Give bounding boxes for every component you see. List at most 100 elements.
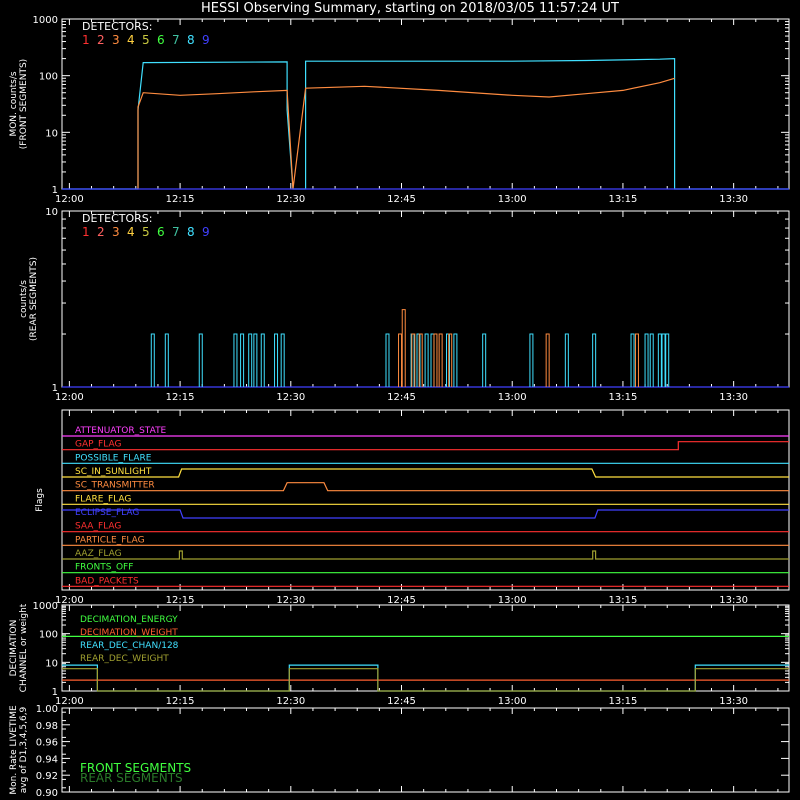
flag-label: POSSIBLE_FLARE <box>75 453 152 463</box>
detector-legend-2: 2 <box>97 33 105 47</box>
rear-count-spike <box>634 333 639 387</box>
detector-legend-6: 6 <box>157 33 165 47</box>
x-tick-label: 13:00 <box>498 194 527 205</box>
front-detectors-legend-title: DETECTORS: <box>82 20 152 33</box>
detector-legend-4: 4 <box>127 33 135 47</box>
y-tick-label: 0.96 <box>36 738 58 749</box>
decimation-legend-entry: REAR_DEC_CHAN/128 <box>80 641 179 651</box>
flag-label: FLARE_FLAG <box>75 494 131 504</box>
flag-label: ATTENUATOR_STATE <box>75 426 167 436</box>
rear-count-spike <box>592 333 597 387</box>
x-tick-label: 12:45 <box>387 194 416 205</box>
x-tick-label: 12:00 <box>55 595 84 606</box>
detector-legend-3: 3 <box>112 225 120 239</box>
x-tick-label: 12:30 <box>276 194 305 205</box>
flag-trace <box>62 509 789 519</box>
flag-label: BAD_PACKETS <box>75 576 139 586</box>
rear-count-spike <box>649 333 654 387</box>
livetime-ylabel-line2: avg of D1,3,4,5,6,9 <box>19 706 29 793</box>
rear-count-spike <box>644 333 649 387</box>
observing-summary-figure: HESSI Observing Summary, starting on 201… <box>0 0 800 800</box>
x-tick-label: 12:00 <box>55 194 84 205</box>
detector-legend-6: 6 <box>157 225 165 239</box>
detector-legend-7: 7 <box>172 225 180 239</box>
x-tick-label: 12:30 <box>276 595 305 606</box>
flags-ylabel: Flags <box>35 488 45 512</box>
rear-count-spike <box>482 333 487 387</box>
x-tick-label: 12:00 <box>55 392 84 403</box>
rear-count-spike <box>398 333 403 387</box>
detector-legend-9: 9 <box>202 225 210 239</box>
flag-trace <box>62 441 789 451</box>
y-tick-label: 10 <box>45 207 58 218</box>
flag-label: AAZ_FLAG <box>75 549 122 559</box>
y-tick-label: 1 <box>52 383 58 394</box>
y-tick-label: 10 <box>45 128 58 139</box>
rear-count-spike <box>411 333 416 387</box>
x-tick-label: 12:00 <box>55 696 84 707</box>
rear-ylabel-line1: counts/s <box>19 280 29 318</box>
rear-count-spike <box>260 333 265 387</box>
y-tick-label: 1 <box>52 185 58 196</box>
livetime-ylabel-line1: Mon. Rate LIVETIME <box>9 705 19 795</box>
x-tick-label: 12:15 <box>166 595 195 606</box>
rear-count-spike <box>253 333 258 387</box>
rear-count-spike <box>240 333 245 387</box>
x-tick-label: 13:15 <box>609 392 638 403</box>
x-tick-label: 12:45 <box>387 696 416 707</box>
rear-count-spike <box>545 333 550 387</box>
rear-count-spike <box>665 333 670 387</box>
front-series-detector-3 <box>137 77 675 190</box>
panel-flags-frame <box>61 409 790 591</box>
y-tick-label: 100 <box>39 630 58 641</box>
rear-count-spike <box>630 333 635 387</box>
y-tick-label: 0.94 <box>36 754 58 765</box>
front-detectors-legend: 123456789 <box>82 33 210 47</box>
x-tick-label: 13:15 <box>609 194 638 205</box>
x-tick-label: 12:15 <box>166 392 195 403</box>
rear-count-spike <box>233 333 238 387</box>
y-tick-label: 0.98 <box>36 721 58 732</box>
front-series-detector-8 <box>62 57 789 190</box>
x-tick-label: 13:15 <box>609 696 638 707</box>
rear-count-spike <box>448 333 453 387</box>
decim-ylabel-line2: CHANNEL or weight <box>19 603 29 692</box>
detector-legend-5: 5 <box>142 225 150 239</box>
livetime-legend-entry: REAR SEGMENTS <box>80 771 183 785</box>
y-tick-label: 1 <box>52 687 58 698</box>
x-tick-label: 13:00 <box>498 696 527 707</box>
decimation-legend-entry: DECIMATION_ENERGY <box>80 615 178 625</box>
x-tick-label: 13:00 <box>498 595 527 606</box>
y-tick-label: 1000 <box>33 601 58 612</box>
rear-count-spike <box>424 333 429 387</box>
rear-count-spike <box>280 333 285 387</box>
rear-count-spike <box>385 333 390 387</box>
y-tick-label: 1000 <box>33 15 58 26</box>
flag-label: SC_TRANSMITTER <box>75 481 155 491</box>
x-tick-label: 12:15 <box>166 696 195 707</box>
detector-legend-8: 8 <box>187 33 195 47</box>
detector-legend-2: 2 <box>97 225 105 239</box>
rear-detectors-legend: 123456789 <box>82 225 210 239</box>
rear-count-spike <box>529 333 534 387</box>
rear-count-spike <box>564 333 569 387</box>
dynamic-chart-layer: 12:00 12:15 12:30 12:45 13:00 13:15 13:30 12:00… <box>33 15 789 799</box>
detector-legend-1: 1 <box>82 225 90 239</box>
rear-count-spike <box>438 333 443 387</box>
x-tick-label: 12:45 <box>387 595 416 606</box>
detector-legend-1: 1 <box>82 33 90 47</box>
x-tick-label: 13:30 <box>719 595 748 606</box>
flag-trace <box>62 482 789 492</box>
flag-trace <box>62 468 789 478</box>
rear-count-spike <box>274 333 279 387</box>
rear-count-spike <box>453 333 458 387</box>
rear-count-spike <box>198 333 203 387</box>
detector-legend-8: 8 <box>187 225 195 239</box>
summary-plot: HESSI Observing Summary, starting on 201… <box>9 1 790 799</box>
flag-label: SC_IN_SUNLIGHT <box>75 467 152 477</box>
flag-label: SAA_FLAG <box>75 522 121 532</box>
figure-title: HESSI Observing Summary, starting on 201… <box>201 1 619 16</box>
rear-ylabel-line2: (REAR SEGMENTS) <box>29 257 39 341</box>
x-tick-label: 12:30 <box>276 696 305 707</box>
rear-count-spike <box>433 333 438 387</box>
